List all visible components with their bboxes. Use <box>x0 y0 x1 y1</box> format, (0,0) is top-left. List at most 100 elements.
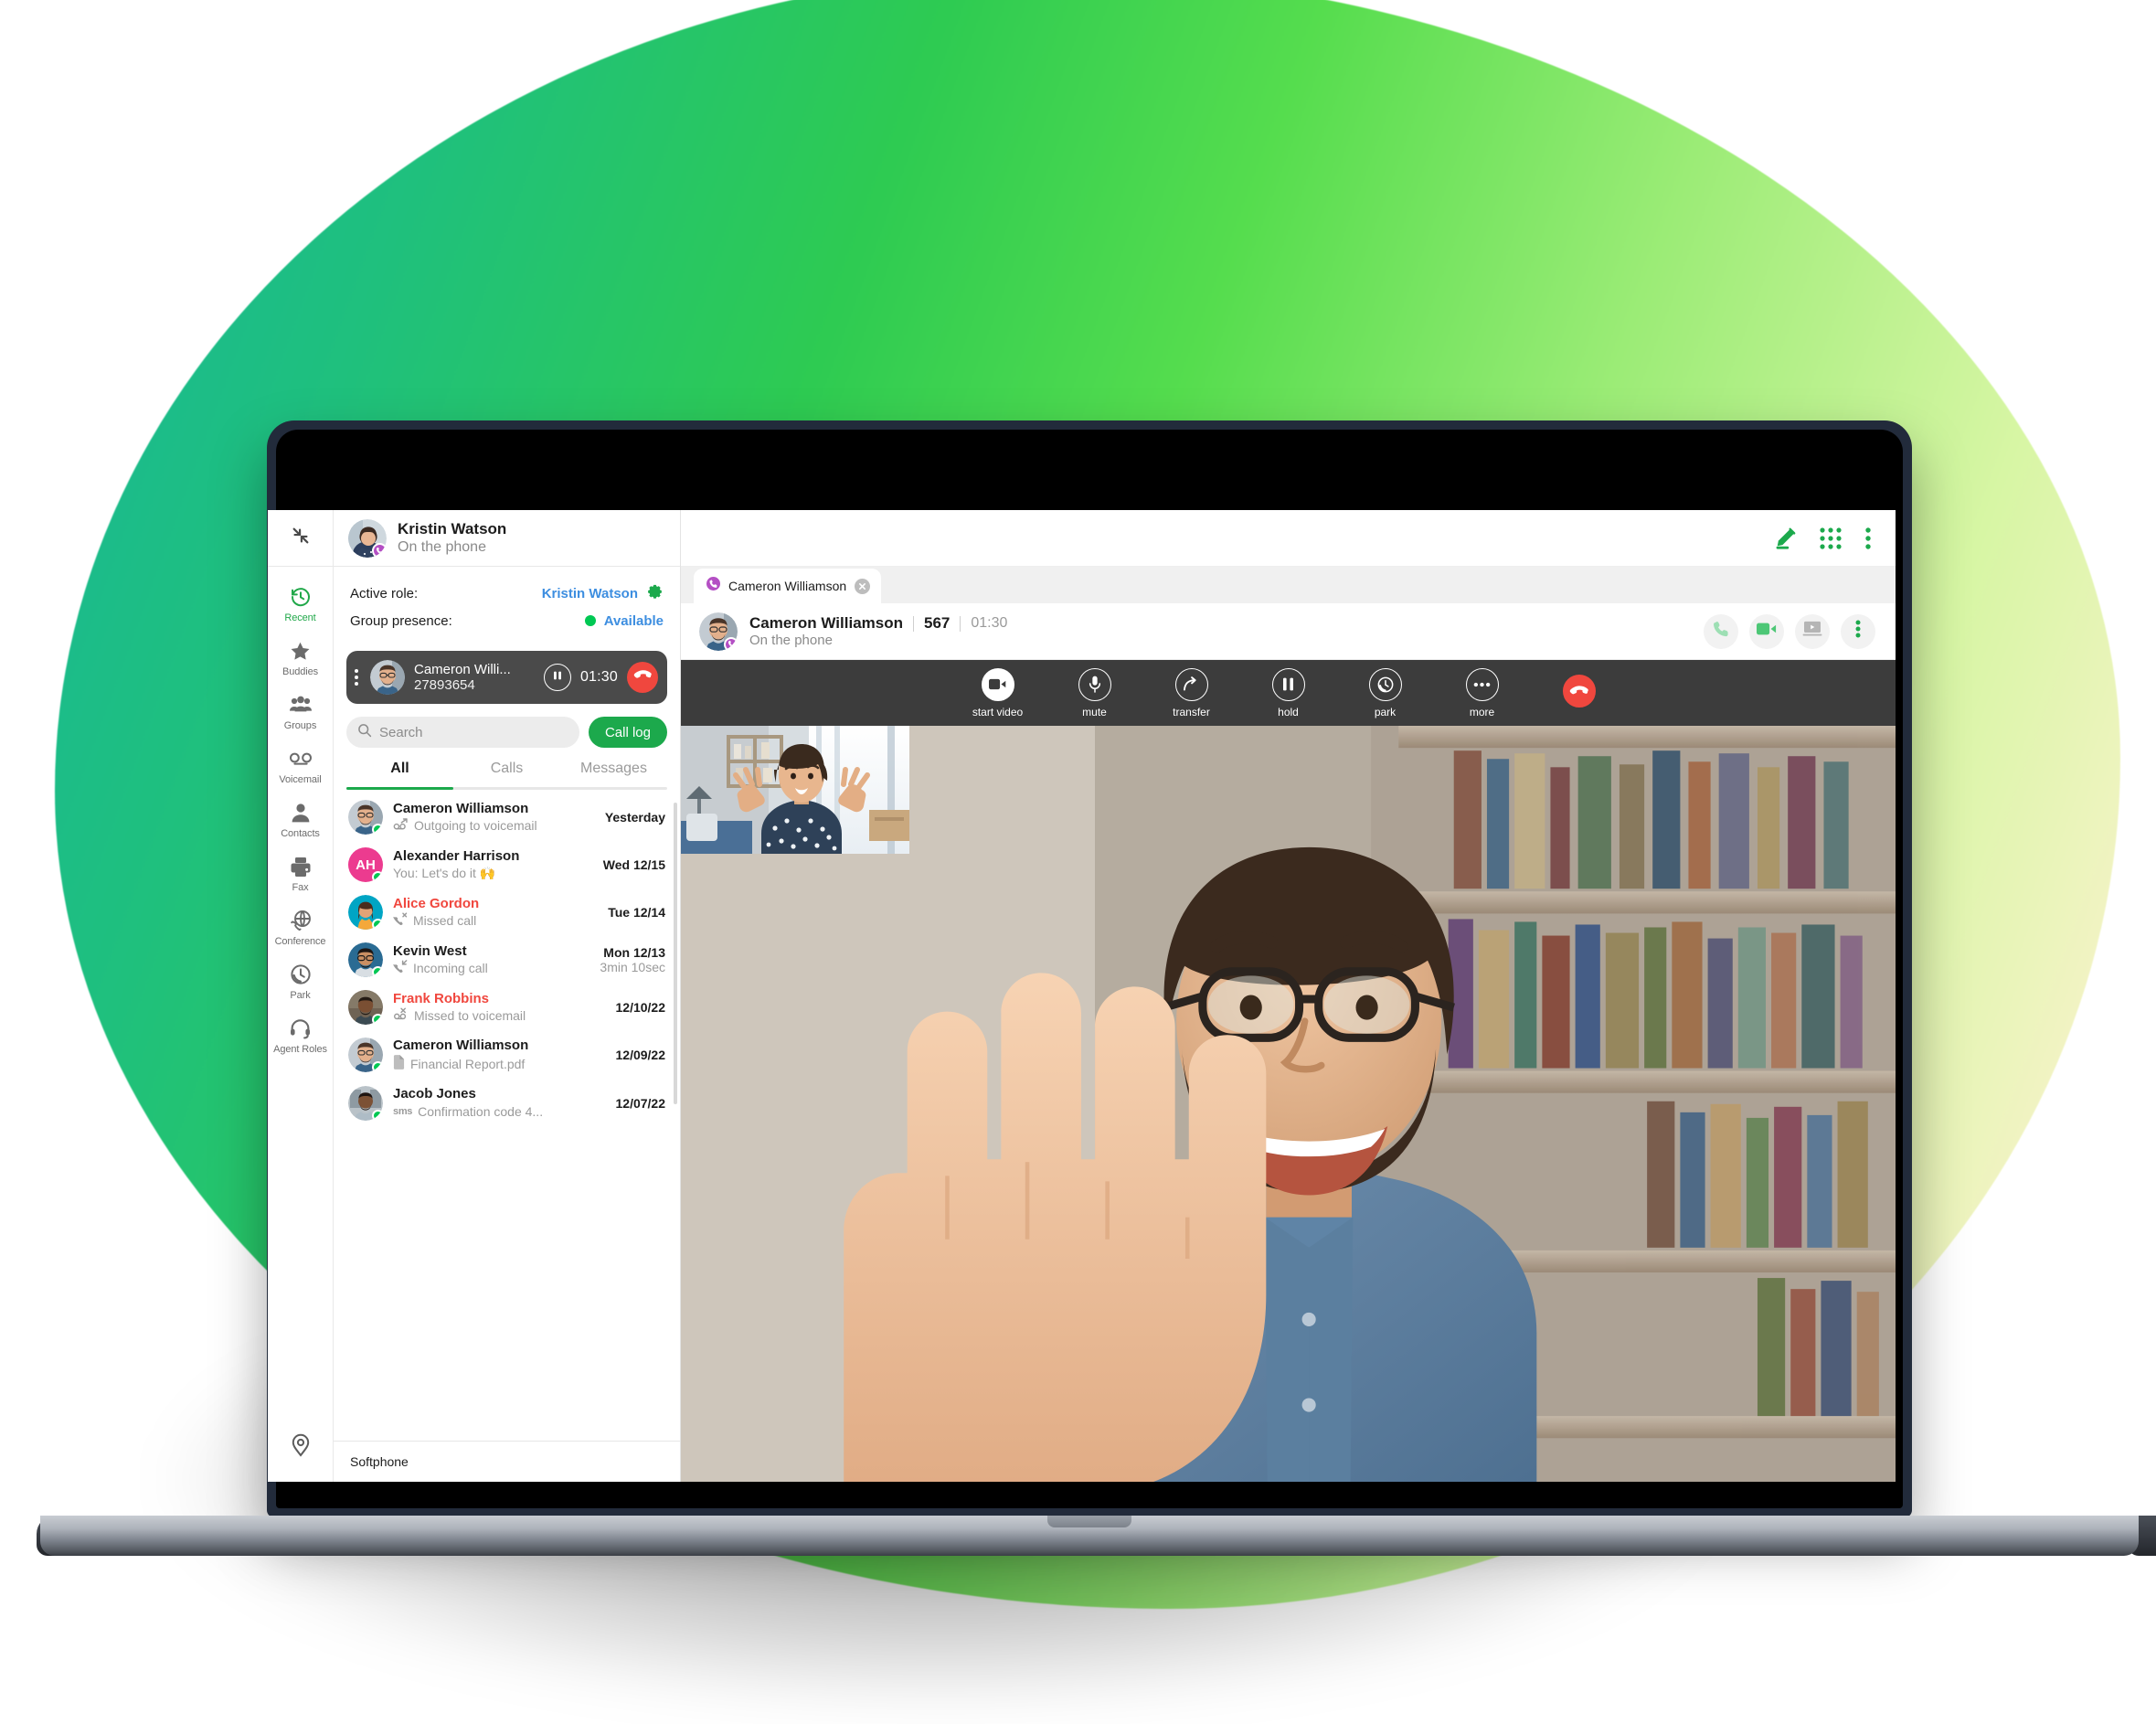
call-header-actions <box>1704 613 1875 649</box>
list-item-date: 12/10/22 <box>615 1000 666 1015</box>
control-label: hold <box>1278 705 1299 718</box>
dialpad-grid-icon[interactable] <box>1819 527 1843 550</box>
self-video-pip[interactable] <box>681 726 909 854</box>
end-call-icon <box>633 666 652 688</box>
list-item-subtitle: Financial Report.pdf <box>393 1054 606 1073</box>
headset-icon <box>289 1016 313 1040</box>
avatar <box>348 942 383 977</box>
collapse-button[interactable] <box>268 510 333 567</box>
avatar <box>370 660 405 695</box>
list-item-name: Frank Robbins <box>393 990 490 1006</box>
end-call-icon <box>1562 674 1596 708</box>
missed-call-icon <box>393 912 408 929</box>
laptop-lid: Recent Buddies Groups Voicemail Contacts… <box>267 420 1912 1517</box>
tab-messages[interactable]: Messages <box>560 755 667 787</box>
group-presence-value[interactable]: Available <box>604 613 664 629</box>
sidebar-item-voicemail[interactable]: Voicemail <box>268 740 334 792</box>
active-call-name: Cameron Willi... <box>414 662 511 677</box>
start-video-button[interactable]: start video <box>963 667 1033 718</box>
tab-calls[interactable]: Calls <box>453 755 560 787</box>
list-item[interactable]: Alice Gordon Missed call Tue 12/14 <box>334 889 680 936</box>
sidebar-item-agent-roles[interactable]: Agent Roles <box>268 1009 334 1061</box>
conversation-tab-strip: Cameron Williamson <box>681 567 1896 603</box>
more-options-button[interactable] <box>1841 613 1875 649</box>
call-header: Cameron Williamson 567 01:30 On the phon… <box>681 603 1896 660</box>
call-log-button[interactable]: Call log <box>588 717 667 748</box>
screen-share-button[interactable] <box>1795 613 1830 649</box>
conversation-tab-label: Cameron Williamson <box>728 579 847 593</box>
tab-all[interactable]: All <box>346 755 453 787</box>
sidebar-item-park[interactable]: Park <box>268 955 334 1007</box>
list-item-name: Alice Gordon <box>393 895 480 911</box>
sidebar-item-groups[interactable]: Groups <box>268 686 334 738</box>
list-item[interactable]: AH Alexander Harrison You: Let's do it 🙌 <box>334 841 680 889</box>
sidebar-item-conference[interactable]: Conference <box>268 901 334 953</box>
location-button[interactable] <box>290 1433 312 1482</box>
collapse-arrows-icon <box>291 526 311 550</box>
control-label: more <box>1469 705 1495 718</box>
search-box[interactable] <box>346 717 579 748</box>
globe-call-icon <box>289 909 313 932</box>
sidebar-item-label: Park <box>290 990 311 1001</box>
sidebar-item-contacts[interactable]: Contacts <box>268 793 334 846</box>
search-input[interactable] <box>379 724 568 740</box>
compose-pencil-icon[interactable] <box>1773 527 1797 550</box>
video-call-button[interactable] <box>1749 613 1784 649</box>
nav-rail-items: Recent Buddies Groups Voicemail Contacts… <box>268 567 334 1433</box>
control-label: mute <box>1082 705 1107 718</box>
sidebar-item-label: Agent Roles <box>273 1044 327 1055</box>
incoming-call-icon <box>393 960 408 976</box>
list-scrollbar[interactable] <box>674 803 677 1104</box>
end-call-button[interactable] <box>627 662 658 693</box>
more-vertical-icon[interactable] <box>1864 527 1872 550</box>
softphone-footer[interactable]: Softphone <box>334 1441 680 1482</box>
list-item[interactable]: Frank Robbins Missed to voicemail 12/10/… <box>334 984 680 1031</box>
audio-call-button[interactable] <box>1704 613 1738 649</box>
gear-icon[interactable] <box>646 582 664 604</box>
missed-voicemail-icon <box>393 1007 409 1024</box>
active-call-card[interactable]: Cameron Willi... 27893654 01:30 <box>346 651 667 704</box>
hold-button[interactable]: hold <box>1254 667 1323 718</box>
video-stage[interactable] <box>681 726 1896 1482</box>
list-item-subtitle: Outgoing to voicemail <box>393 817 595 834</box>
list-item[interactable]: Cameron Williamson Financial Report.pdf … <box>334 1031 680 1080</box>
close-icon[interactable] <box>855 578 871 594</box>
video-camera-icon <box>1757 622 1777 641</box>
list-item-name: Cameron Williamson <box>393 1038 529 1053</box>
call-header-extension: 567 <box>924 614 951 632</box>
softphone-app: Recent Buddies Groups Voicemail Contacts… <box>268 510 1896 1482</box>
active-role-label: Active role: <box>350 585 419 601</box>
sidebar-item-recent[interactable]: Recent <box>268 578 334 630</box>
online-status-dot <box>372 966 383 977</box>
avatar <box>348 800 383 835</box>
list-item[interactable]: Jacob Jones sms Confirmation code 4... 1… <box>334 1080 680 1127</box>
park-button[interactable]: park <box>1351 667 1420 718</box>
group-presence-row: Group presence: Available <box>350 607 664 634</box>
active-role-value[interactable]: Kristin Watson <box>542 586 638 601</box>
drag-handle-icon[interactable] <box>352 669 361 686</box>
list-item-name: Cameron Williamson <box>393 800 529 816</box>
list-item-subtitle: Missed call <box>393 912 598 929</box>
sidebar-item-fax[interactable]: Fax <box>268 847 334 899</box>
active-call-timer: 01:30 <box>579 669 618 685</box>
transfer-button[interactable]: transfer <box>1157 667 1227 718</box>
more-vertical-icon <box>1855 620 1861 643</box>
list-item-sub-text: You: Let's do it 🙌 <box>393 866 496 881</box>
park-clock-call-icon <box>1368 667 1402 701</box>
hold-button[interactable] <box>543 664 571 691</box>
conversation-tab[interactable]: Cameron Williamson <box>694 569 882 603</box>
current-user-bar[interactable]: Kristin Watson On the phone <box>334 510 680 567</box>
sidebar-item-buddies[interactable]: Buddies <box>268 632 334 684</box>
mute-button[interactable]: mute <box>1060 667 1130 718</box>
hangup-button[interactable] <box>1545 674 1614 712</box>
list-item[interactable]: Cameron Williamson Outgoing to voicemail <box>334 793 680 841</box>
online-status-dot <box>372 824 383 835</box>
list-item[interactable]: Kevin West Incoming call Mon 12/13 3min … <box>334 936 680 984</box>
active-call-number: 27893654 <box>414 677 475 693</box>
transfer-arrow-icon <box>1174 667 1208 701</box>
screenshot-stage: Recent Buddies Groups Voicemail Contacts… <box>0 0 2156 1724</box>
more-button[interactable]: more <box>1448 667 1517 718</box>
phone-icon <box>1712 620 1730 643</box>
laptop-mockup: Recent Buddies Groups Voicemail Contacts… <box>37 420 2156 1556</box>
contact-person-icon <box>289 801 313 825</box>
